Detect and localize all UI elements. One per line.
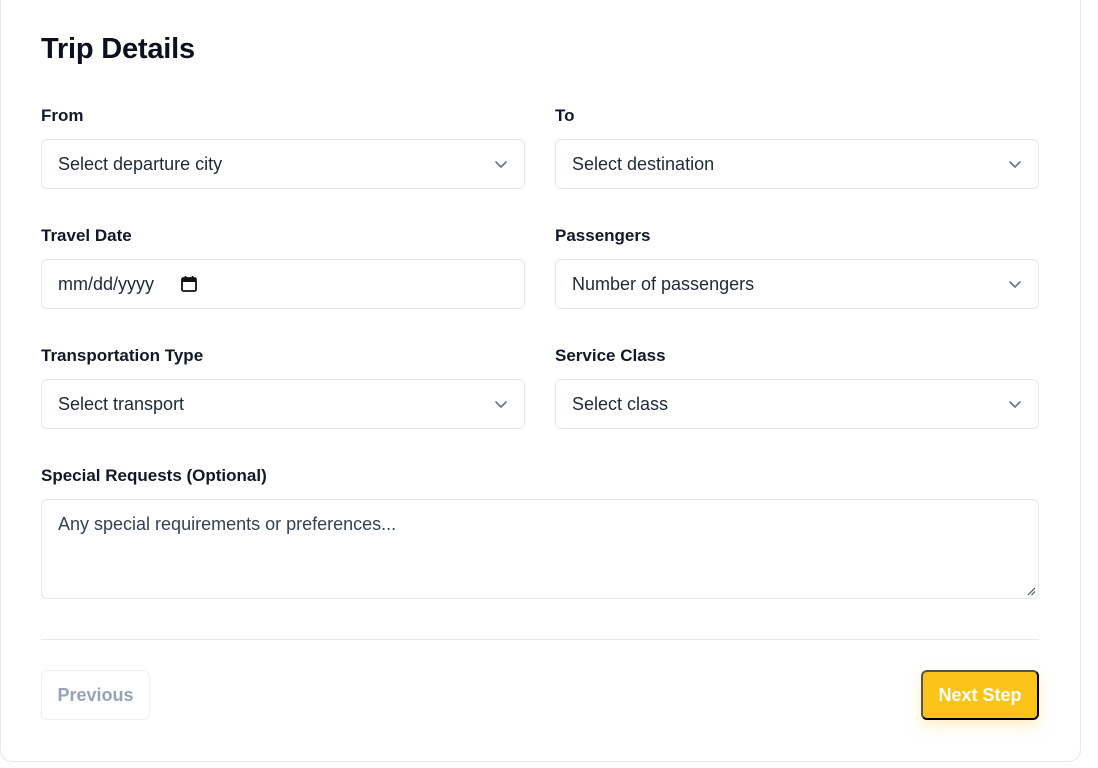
chevron-down-icon (1009, 161, 1021, 168)
transport-select-value: Select transport (58, 393, 185, 414)
next-step-button[interactable]: Next Step (921, 670, 1039, 720)
passengers-select[interactable]: Number of passengers (555, 259, 1039, 309)
chevron-down-icon (495, 161, 507, 168)
passengers-select-value: Number of passengers (572, 273, 755, 294)
divider (41, 639, 1039, 640)
page-title: Trip Details (41, 33, 195, 65)
special-requests-placeholder: Any special requirements or preferences.… (58, 514, 397, 534)
previous-button[interactable]: Previous (41, 670, 150, 720)
from-select-value: Select departure city (58, 153, 223, 174)
to-select-value: Select destination (572, 153, 715, 174)
resize-handle-icon[interactable] (1026, 586, 1036, 596)
transport-select[interactable]: Select transport (41, 379, 525, 429)
travel-date-input[interactable]: mm/dd/yyyy (41, 259, 525, 309)
passengers-label: Passengers (555, 226, 651, 245)
chevron-down-icon (1009, 281, 1021, 288)
calendar-icon[interactable] (180, 275, 198, 293)
special-requests-label: Special Requests (Optional) (41, 466, 267, 485)
travel-date-label: Travel Date (41, 226, 132, 245)
service-class-label: Service Class (555, 346, 666, 365)
from-label: From (41, 106, 84, 125)
from-select[interactable]: Select departure city (41, 139, 525, 189)
transport-label: Transportation Type (41, 346, 204, 365)
to-label: To (555, 106, 575, 125)
travel-date-value: mm/dd/yyyy (58, 273, 155, 294)
service-class-select[interactable]: Select class (555, 379, 1039, 429)
to-select[interactable]: Select destination (555, 139, 1039, 189)
chevron-down-icon (495, 401, 507, 408)
chevron-down-icon (1009, 401, 1021, 408)
special-requests-textarea[interactable]: Any special requirements or preferences.… (41, 499, 1039, 599)
service-class-select-value: Select class (572, 393, 669, 414)
